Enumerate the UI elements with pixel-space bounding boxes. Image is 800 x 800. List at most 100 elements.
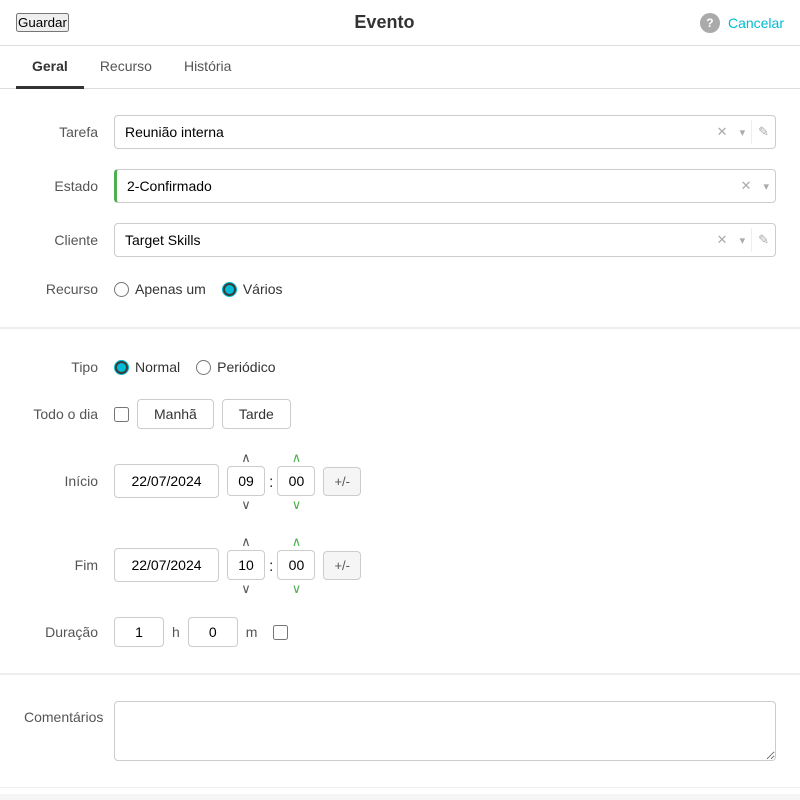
recurso-radio-group: Apenas um Vários <box>114 281 283 297</box>
section-basic: Tarefa ✕ ▾ ✎ Estado ✕ ▾ <box>0 89 800 328</box>
tabs-bar: Geral Recurso História <box>0 46 800 89</box>
recurso-varios-label: Vários <box>243 281 283 297</box>
tipo-periodico-radio[interactable] <box>196 360 211 375</box>
tarde-button[interactable]: Tarde <box>222 399 291 429</box>
inicio-hour-down-button[interactable]: ∨ <box>235 496 257 513</box>
comentarios-row: Comentários <box>24 691 776 771</box>
save-button[interactable]: Guardar <box>16 13 69 32</box>
fim-hour-spinner: ∧ ∨ <box>227 533 265 597</box>
estado-input[interactable] <box>117 170 735 202</box>
duracao-hours-input[interactable] <box>114 617 164 647</box>
cliente-row: Cliente ✕ ▾ ✎ <box>24 213 776 267</box>
inicio-hour-up-button[interactable]: ∧ <box>235 449 257 466</box>
tipo-normal-radio[interactable] <box>114 360 129 375</box>
allday-checkbox[interactable] <box>114 407 129 422</box>
cliente-dropdown-button[interactable]: ▾ <box>734 230 752 251</box>
estado-dropdown-button[interactable]: ▾ <box>757 176 775 197</box>
duracao-label: Duração <box>24 624 114 640</box>
tipo-normal-option[interactable]: Normal <box>114 359 180 375</box>
tipo-control: Normal Periódico <box>114 359 776 375</box>
tipo-label: Tipo <box>24 359 114 375</box>
inicio-minute-spinner: ∧ ∨ <box>277 449 315 513</box>
inicio-minute-up-button[interactable]: ∧ <box>286 449 308 466</box>
inicio-time-picker: ∧ ∨ : ∧ ∨ +/- <box>227 449 361 513</box>
section-comments: Comentários <box>0 675 800 788</box>
cliente-input[interactable] <box>115 224 711 256</box>
estado-input-wrapper: ✕ ▾ <box>114 169 776 203</box>
duracao-row: Duração h m <box>24 607 776 657</box>
recurso-label: Recurso <box>24 281 114 297</box>
fim-minute-down-button[interactable]: ∨ <box>286 580 308 597</box>
cancel-button[interactable]: Cancelar <box>728 15 784 31</box>
fim-hour-up-button[interactable]: ∧ <box>235 533 257 550</box>
duracao-m-label: m <box>246 624 258 640</box>
inicio-label: Início <box>24 473 114 489</box>
fim-time-picker: ∧ ∨ : ∧ ∨ +/- <box>227 533 361 597</box>
tarefa-row: Tarefa ✕ ▾ ✎ <box>24 105 776 159</box>
allday-buttons: Manhã Tarde <box>137 399 291 429</box>
manha-button[interactable]: Manhã <box>137 399 214 429</box>
inicio-adj-button[interactable]: +/- <box>323 467 361 496</box>
help-icon[interactable]: ? <box>700 13 720 33</box>
tab-recurso[interactable]: Recurso <box>84 46 168 89</box>
tarefa-edit-button[interactable]: ✎ <box>751 120 775 144</box>
fim-row: Fim ∧ ∨ : ∧ ∨ + <box>24 523 776 607</box>
top-bar: Guardar Evento ? Cancelar <box>0 0 800 46</box>
tarefa-label: Tarefa <box>24 124 114 140</box>
section-time: Tipo Normal Periódico Todo o dia <box>0 329 800 674</box>
estado-row: Estado ✕ ▾ <box>24 159 776 213</box>
tarefa-clear-button[interactable]: ✕ <box>711 120 734 144</box>
allday-label: Todo o dia <box>24 406 114 422</box>
fim-time-separator: : <box>265 558 277 576</box>
cliente-edit-button[interactable]: ✎ <box>751 228 775 252</box>
comentarios-textarea[interactable] <box>114 701 776 761</box>
tarefa-input-wrapper: ✕ ▾ ✎ <box>114 115 776 149</box>
recurso-control: Apenas um Vários <box>114 281 776 297</box>
tipo-row: Tipo Normal Periódico <box>24 345 776 389</box>
tab-historia[interactable]: História <box>168 46 247 89</box>
recurso-row: Recurso Apenas um Vários <box>24 267 776 311</box>
inicio-date-input[interactable] <box>114 464 219 498</box>
inicio-row: Início ∧ ∨ : ∧ ∨ <box>24 439 776 523</box>
fim-hour-down-button[interactable]: ∨ <box>235 580 257 597</box>
tipo-periodico-label: Periódico <box>217 359 275 375</box>
comentarios-label: Comentários <box>24 701 114 725</box>
fim-date-input[interactable] <box>114 548 219 582</box>
fim-minute-up-button[interactable]: ∧ <box>286 533 308 550</box>
inicio-minute-input[interactable] <box>277 466 315 496</box>
recurso-varios-option[interactable]: Vários <box>222 281 283 297</box>
fim-control: ∧ ∨ : ∧ ∨ +/- <box>114 533 776 597</box>
recurso-apenas-um-option[interactable]: Apenas um <box>114 281 206 297</box>
duracao-minutes-input[interactable] <box>188 617 238 647</box>
tipo-periodico-option[interactable]: Periódico <box>196 359 275 375</box>
cliente-clear-button[interactable]: ✕ <box>711 228 734 252</box>
tarefa-control: ✕ ▾ ✎ <box>114 115 776 149</box>
recurso-apenas-um-radio[interactable] <box>114 282 129 297</box>
fim-minute-input[interactable] <box>277 550 315 580</box>
page-title: Evento <box>354 12 414 33</box>
allday-control: Manhã Tarde <box>114 399 776 429</box>
estado-label: Estado <box>24 178 114 194</box>
tipo-normal-label: Normal <box>135 359 180 375</box>
main-content: Tarefa ✕ ▾ ✎ Estado ✕ ▾ <box>0 89 800 794</box>
duracao-control: h m <box>114 617 776 647</box>
estado-clear-button[interactable]: ✕ <box>735 174 758 198</box>
tarefa-dropdown-button[interactable]: ▾ <box>734 122 752 143</box>
inicio-control: ∧ ∨ : ∧ ∨ +/- <box>114 449 776 513</box>
top-bar-right: ? Cancelar <box>700 13 784 33</box>
tarefa-input[interactable] <box>115 116 711 148</box>
recurso-varios-radio[interactable] <box>222 282 237 297</box>
duracao-checkbox[interactable] <box>273 625 288 640</box>
fim-adj-button[interactable]: +/- <box>323 551 361 580</box>
fim-label: Fim <box>24 557 114 573</box>
cliente-input-wrapper: ✕ ▾ ✎ <box>114 223 776 257</box>
cliente-label: Cliente <box>24 232 114 248</box>
estado-control: ✕ ▾ <box>114 169 776 203</box>
inicio-hour-input[interactable] <box>227 466 265 496</box>
allday-row: Todo o dia Manhã Tarde <box>24 389 776 439</box>
inicio-minute-down-button[interactable]: ∨ <box>286 496 308 513</box>
comentarios-control <box>114 701 776 761</box>
tab-geral[interactable]: Geral <box>16 46 84 89</box>
fim-hour-input[interactable] <box>227 550 265 580</box>
inicio-time-separator: : <box>265 474 277 492</box>
